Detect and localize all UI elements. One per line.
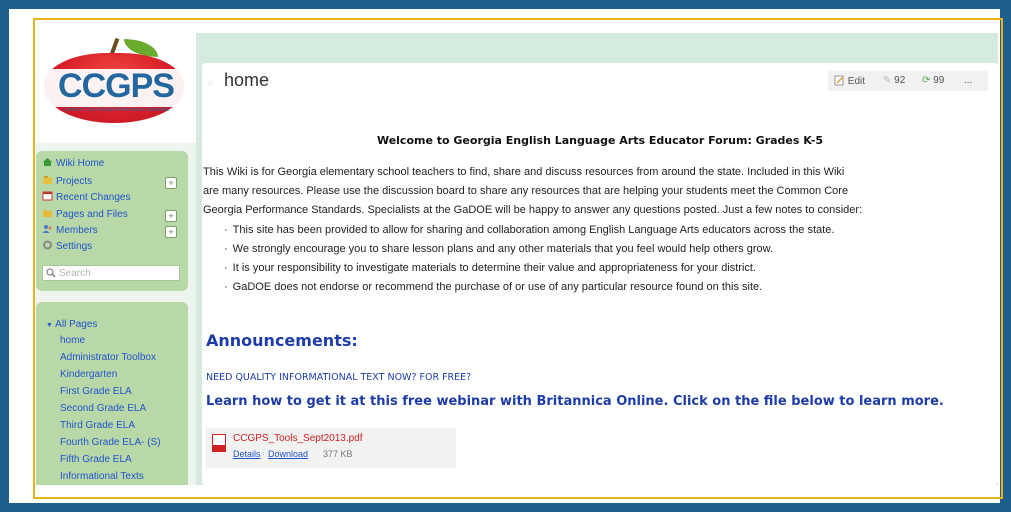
bullet-item: · This site has been provided to allow fo… [224,221,834,239]
page-link-third-grade[interactable]: Third Grade ELA [60,419,135,433]
bullet-marker: · [224,224,228,236]
collapse-triangle-icon: ▼ [46,322,53,329]
gold-border-top [33,18,1003,20]
announcement-teaser: NEED QUALITY INFORMATIONAL TEXT NOW? FOR… [206,372,472,383]
logo-subtitle: Common Core Georgia Performance Standard… [63,107,169,113]
sidebar-search [42,265,180,281]
bullet-text: It is your responsibility to investigate… [232,262,757,274]
page-title-marker: ○ [208,78,214,88]
bullet-marker: · [224,281,228,293]
sidebar-item-label: Pages and Files [56,209,128,220]
all-pages-heading[interactable]: ▼ All Pages [46,318,97,333]
search-input[interactable] [59,267,175,279]
edits-count: 92 [894,75,906,86]
settings-icon [43,240,52,250]
edit-label: Edit [847,76,866,87]
attached-file-card: CCGPS_Tools_Sept2013.pdf Details Downloa… [206,428,456,468]
announcements-heading: Announcements: [206,331,358,350]
page-link-administrator-toolbox[interactable]: Administrator Toolbox [60,351,156,365]
bullet-item: · We strongly encourage you to share less… [224,240,773,258]
gold-border-left [33,18,35,499]
expand-pages-button[interactable]: + [165,210,177,222]
all-pages-panel: ▼ All Pages home Administrator Toolbox K… [36,302,188,485]
intro-line: This Wiki is for Georgia elementary scho… [203,166,845,178]
more-button[interactable]: ... [964,75,972,87]
sidebar-item-label: Members [56,225,98,236]
bullet-marker: · [224,262,228,274]
pdf-icon-band [213,445,225,451]
sidebar-item-recent-changes[interactable]: Recent Changes [42,191,131,205]
wiki-app: CCGPS Common Core Georgia Performance St… [36,33,998,485]
sidebar-item-wiki-home[interactable]: Wiki Home [42,157,104,171]
page-link-home[interactable]: home [60,334,85,348]
sidebar: CCGPS Common Core Georgia Performance St… [36,33,196,485]
page-link-first-grade[interactable]: First Grade ELA [60,385,132,399]
folder-icon [43,210,52,217]
pencil-icon: ✎ [883,75,892,86]
bullet-text: This site has been provided to allow for… [232,224,835,236]
expand-members-button[interactable]: + [165,226,177,238]
members-icon [42,225,52,233]
page-link-kindergarten[interactable]: Kindergarten [60,368,117,382]
intro-line: are many resources. Please use the discu… [203,185,849,197]
gold-border-right [1001,18,1003,499]
sidebar-item-label: Recent Changes [56,192,131,203]
page-link-informational-texts[interactable]: Informational Texts [60,470,144,484]
expand-projects-button[interactable]: + [165,177,177,189]
page-title: home [224,70,270,90]
sidebar-item-label: Wiki Home [56,158,105,169]
file-name-link[interactable]: CCGPS_Tools_Sept2013.pdf [233,433,363,444]
gold-border-bottom [33,497,1003,499]
sidebar-nav: Wiki Home Projects + Recent Changes Page… [36,151,188,291]
sidebar-item-pages-and-files[interactable]: Pages and Files [42,208,128,222]
views-count: 99 [933,75,945,86]
calendar-icon [42,191,53,201]
ccgps-logo[interactable]: CCGPS Common Core Georgia Performance St… [36,33,196,143]
sidebar-item-label: Settings [56,241,93,252]
views-count-button[interactable]: ⟳ 99 [922,75,944,87]
bullet-item: · GaDOE does not endorse or recommend the… [224,278,762,296]
page-link-fourth-grade[interactable]: Fourth Grade ELA- (S) [60,436,161,450]
home-icon [43,158,52,166]
intro-line: Georgia Performance Standards. Specialis… [203,204,863,216]
all-pages-label: All Pages [55,319,98,330]
sidebar-item-settings[interactable]: Settings [42,240,92,254]
page-toolbar: Edit ✎ 92 ⟳ 99 ... [828,71,988,91]
edit-button[interactable]: Edit [834,75,865,88]
projects-icon [43,176,52,184]
file-size: 377 KB [323,449,353,459]
bullet-marker: · [224,243,228,255]
sidebar-item-label: Projects [56,176,93,187]
edits-count-button[interactable]: ✎ 92 [883,75,905,87]
welcome-heading: Welcome to Georgia English Language Arts… [376,134,824,147]
sidebar-item-projects[interactable]: Projects [42,175,92,189]
search-icon [46,268,56,278]
page-link-second-grade[interactable]: Second Grade ELA [60,402,146,416]
bullet-item: · It is your responsibility to investigat… [224,259,756,277]
announcement-text: Learn how to get it at this free webinar… [206,394,944,409]
logo-text: CCGPS [58,67,175,105]
pdf-icon [212,434,226,452]
sidebar-item-members[interactable]: Members [42,224,98,238]
file-details-link[interactable]: Details [233,449,261,459]
page-link-fifth-grade[interactable]: Fifth Grade ELA [60,453,132,467]
edit-icon [834,75,844,86]
file-download-link[interactable]: Download [268,449,308,459]
refresh-icon: ⟳ [922,75,931,86]
bullet-text: We strongly encourage you to share lesso… [232,243,774,255]
bullet-text: GaDOE does not endorse or recommend the … [232,281,763,293]
